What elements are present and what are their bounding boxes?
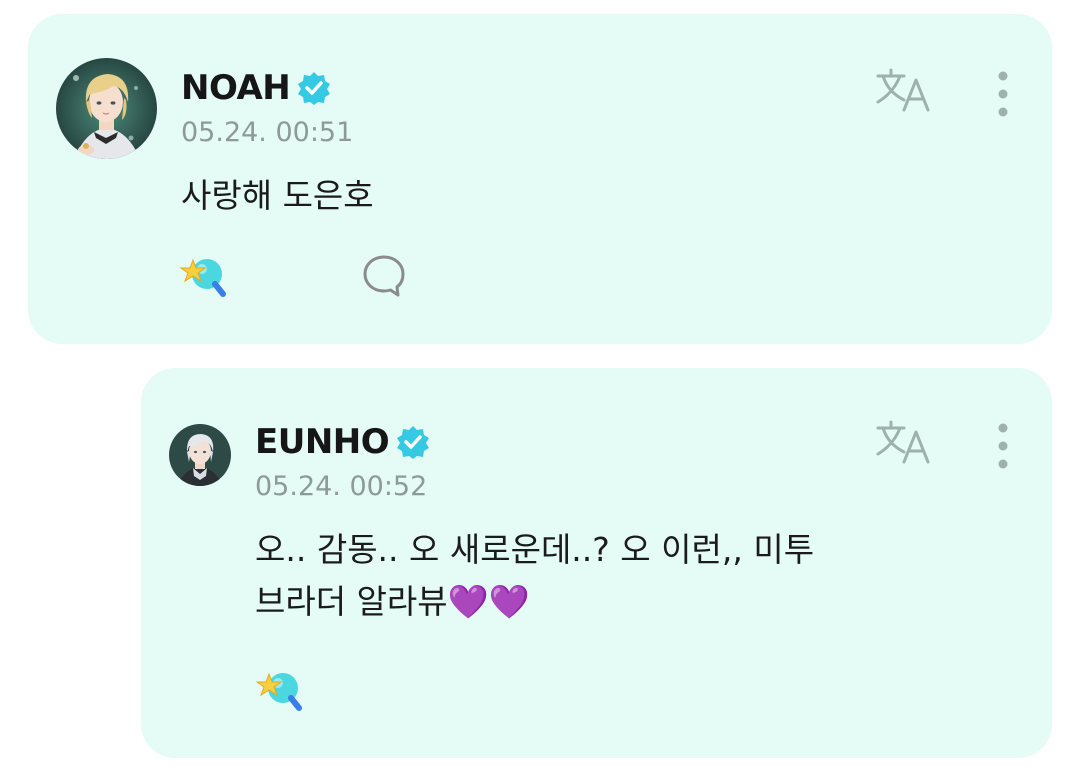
avatar[interactable] bbox=[56, 58, 157, 159]
comment-bubble-icon[interactable] bbox=[360, 252, 408, 300]
author-row: NOAH bbox=[181, 66, 332, 110]
message-line: 브라더 알라뷰💜💜 bbox=[255, 582, 530, 621]
more-vertical-icon[interactable] bbox=[988, 420, 1018, 476]
message-text: 사랑해 도은호 bbox=[181, 176, 374, 215]
message-line: 오.. 감동.. 오 새로운데..? 오 이런,, 미투 bbox=[255, 530, 815, 569]
timestamp: 05.24. 00:52 bbox=[255, 471, 428, 502]
star-wand-reaction-icon[interactable] bbox=[179, 250, 231, 300]
author-row: EUNHO bbox=[255, 420, 431, 464]
verified-badge-icon bbox=[296, 70, 332, 106]
star-wand-reaction-icon[interactable] bbox=[255, 664, 307, 714]
reply-card: EUNHO 05.24. 00:52 오.. 감동.. 오 새로운데..? 오 … bbox=[141, 368, 1052, 758]
author-name[interactable]: NOAH bbox=[181, 66, 291, 110]
translate-icon[interactable] bbox=[874, 66, 932, 116]
more-vertical-icon[interactable] bbox=[988, 68, 1018, 124]
post-card: NOAH 05.24. 00:51 사랑해 도은호 bbox=[28, 14, 1052, 344]
verified-badge-icon bbox=[395, 424, 431, 460]
author-name[interactable]: EUNHO bbox=[255, 420, 390, 464]
translate-icon[interactable] bbox=[874, 418, 932, 468]
timestamp: 05.24. 00:51 bbox=[181, 117, 354, 148]
avatar[interactable] bbox=[169, 424, 231, 486]
message-text: 오.. 감동.. 오 새로운데..? 오 이런,, 미투 브라더 알라뷰💜💜 bbox=[255, 524, 955, 628]
